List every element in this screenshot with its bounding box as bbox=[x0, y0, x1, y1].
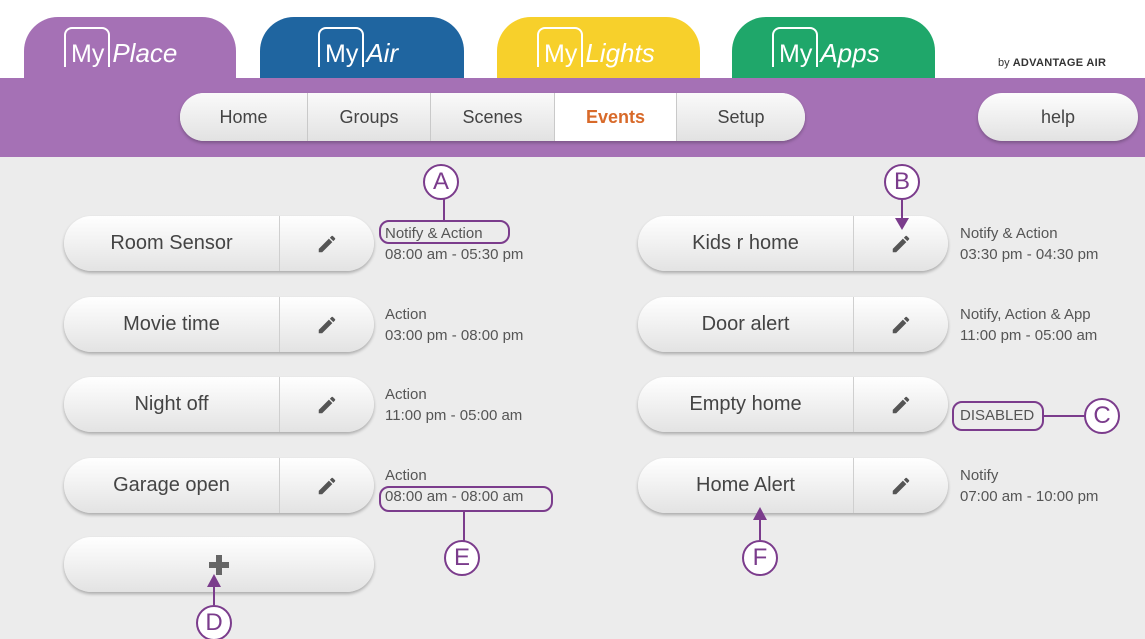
event-type: Action bbox=[385, 467, 427, 484]
event-info: Notify, Action & App 11:00 pm - 05:00 am bbox=[960, 304, 1097, 346]
myair-logo: My Air bbox=[318, 27, 398, 67]
event-info: Notify 07:00 am - 10:00 pm bbox=[960, 465, 1098, 507]
logo-prefix: My bbox=[537, 27, 584, 67]
tab-home[interactable]: Home bbox=[180, 93, 308, 141]
annotation-e-highlight bbox=[379, 486, 553, 512]
annotation-b-marker: B bbox=[884, 164, 920, 200]
event-type: Action bbox=[385, 386, 427, 403]
tab-setup[interactable]: Setup bbox=[677, 93, 805, 141]
advantage-air-brand: by ADVANTAGE AIR bbox=[998, 57, 1106, 69]
edit-button[interactable] bbox=[854, 458, 948, 513]
annotation-a-highlight bbox=[379, 220, 510, 244]
annotation-c-marker: C bbox=[1084, 398, 1120, 434]
event-night-off[interactable]: Night off bbox=[64, 377, 374, 432]
event-type: Action bbox=[385, 306, 427, 323]
event-time: 11:00 pm - 05:00 am bbox=[385, 407, 523, 424]
tab-scenes[interactable]: Scenes bbox=[431, 93, 555, 141]
pencil-icon bbox=[892, 477, 910, 494]
pencil-icon bbox=[892, 235, 910, 252]
tab-groups[interactable]: Groups bbox=[308, 93, 431, 141]
annotation-c-highlight bbox=[952, 401, 1044, 431]
logo-prefix: My bbox=[318, 27, 365, 67]
section-nav-bar: Home Groups Scenes Events Setup help bbox=[0, 78, 1145, 157]
event-time: 07:00 am - 10:00 pm bbox=[960, 488, 1099, 505]
edit-button[interactable] bbox=[854, 216, 948, 271]
annotation-c-leader bbox=[1044, 415, 1086, 417]
edit-button[interactable] bbox=[280, 458, 374, 513]
event-name[interactable]: Door alert bbox=[638, 297, 854, 352]
event-home-alert[interactable]: Home Alert bbox=[638, 458, 948, 513]
logo-name: Lights bbox=[585, 38, 655, 68]
logo-name: Air bbox=[366, 38, 399, 68]
myplace-logo: My Place bbox=[64, 27, 177, 67]
edit-button[interactable] bbox=[280, 216, 374, 271]
event-type: Notify bbox=[960, 467, 999, 484]
event-time: 08:00 am - 05:30 pm bbox=[385, 246, 524, 263]
pencil-icon bbox=[892, 396, 910, 413]
pencil-icon bbox=[318, 235, 336, 252]
event-info: Notify & Action 03:30 pm - 04:30 pm bbox=[960, 223, 1098, 265]
event-type: Notify, Action & App bbox=[960, 306, 1091, 323]
app-tab-strip: My Place My Air My Lights My Apps by ADVANTA… bbox=[0, 0, 1145, 81]
event-time: 03:00 pm - 08:00 pm bbox=[385, 327, 524, 344]
event-name[interactable]: Empty home bbox=[638, 377, 854, 432]
pencil-icon bbox=[318, 396, 336, 413]
event-name[interactable]: Night off bbox=[64, 377, 280, 432]
myapps-logo: My Apps bbox=[772, 27, 880, 67]
pencil-icon bbox=[318, 477, 336, 494]
plus-icon bbox=[209, 554, 229, 575]
event-info: Action 11:00 pm - 05:00 am bbox=[385, 384, 522, 426]
event-movie-time[interactable]: Movie time bbox=[64, 297, 374, 352]
event-time: 11:00 pm - 05:00 am bbox=[960, 327, 1098, 344]
event-name[interactable]: Room Sensor bbox=[64, 216, 280, 271]
edit-button[interactable] bbox=[854, 297, 948, 352]
event-info: Action 03:00 pm - 08:00 pm bbox=[385, 304, 523, 346]
event-room-sensor[interactable]: Room Sensor bbox=[64, 216, 374, 271]
event-name[interactable]: Movie time bbox=[64, 297, 280, 352]
mylights-logo: My Lights bbox=[537, 27, 655, 67]
annotation-f-marker: F bbox=[742, 540, 778, 576]
event-garage-open[interactable]: Garage open bbox=[64, 458, 374, 513]
edit-button[interactable] bbox=[280, 297, 374, 352]
tab-myair[interactable]: My Air bbox=[260, 17, 464, 81]
event-empty-home[interactable]: Empty home bbox=[638, 377, 948, 432]
tab-myapps[interactable]: My Apps bbox=[732, 17, 935, 81]
pencil-icon bbox=[318, 316, 336, 333]
annotation-d-marker: D bbox=[196, 605, 232, 639]
help-button[interactable]: help bbox=[978, 93, 1138, 141]
logo-name: Apps bbox=[820, 38, 880, 68]
edit-button[interactable] bbox=[280, 377, 374, 432]
event-door-alert[interactable]: Door alert bbox=[638, 297, 948, 352]
event-name[interactable]: Garage open bbox=[64, 458, 280, 513]
tab-events[interactable]: Events bbox=[555, 93, 677, 141]
section-tabs: Home Groups Scenes Events Setup bbox=[180, 93, 805, 141]
event-name[interactable]: Kids r home bbox=[638, 216, 854, 271]
logo-name: Place bbox=[112, 38, 178, 68]
brand-by: by bbox=[998, 57, 1010, 69]
annotation-e-marker: E bbox=[444, 540, 480, 576]
annotation-a-marker: A bbox=[423, 164, 459, 200]
edit-button[interactable] bbox=[854, 377, 948, 432]
event-name[interactable]: Home Alert bbox=[638, 458, 854, 513]
pencil-icon bbox=[892, 316, 910, 333]
logo-prefix: My bbox=[772, 27, 819, 67]
logo-prefix: My bbox=[64, 27, 111, 67]
brand-name: ADVANTAGE AIR bbox=[1012, 57, 1107, 69]
add-event-button[interactable] bbox=[64, 537, 374, 592]
tab-mylights[interactable]: My Lights bbox=[497, 17, 700, 81]
annotation-e-leader bbox=[463, 512, 465, 542]
tab-myplace[interactable]: My Place bbox=[24, 17, 236, 81]
event-kids-r-home[interactable]: Kids r home bbox=[638, 216, 948, 271]
event-time: 03:30 pm - 04:30 pm bbox=[960, 246, 1099, 263]
event-type: Notify & Action bbox=[960, 225, 1058, 242]
